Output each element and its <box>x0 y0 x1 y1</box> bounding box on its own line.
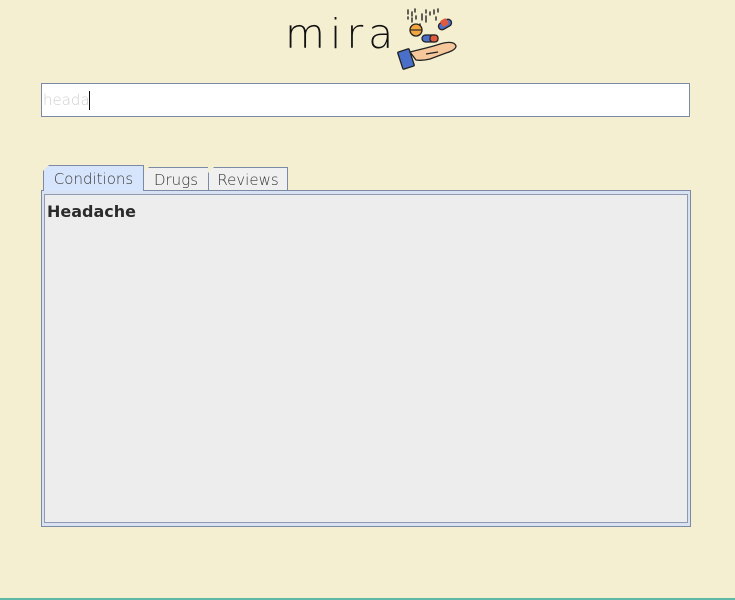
tab-drugs[interactable]: Drugs <box>143 167 209 191</box>
results-list: Headache <box>44 194 688 523</box>
tab-label: Drugs <box>153 170 199 189</box>
tab-reviews[interactable]: Reviews <box>208 167 288 191</box>
tab-bar: Conditions Drugs Reviews <box>43 165 288 191</box>
app-logo: mira <box>285 6 458 72</box>
tab-conditions[interactable]: Conditions <box>43 165 144 191</box>
text-caret <box>89 91 90 110</box>
logo-text: mira <box>285 10 399 58</box>
hand-with-pills-icon <box>397 8 457 70</box>
tab-label: Reviews <box>217 170 279 189</box>
search-input[interactable] <box>42 84 689 116</box>
results-panel: Headache <box>41 190 691 527</box>
tab-label: Conditions <box>53 169 134 188</box>
search-box[interactable] <box>41 83 690 117</box>
list-item[interactable]: Headache <box>47 202 136 221</box>
